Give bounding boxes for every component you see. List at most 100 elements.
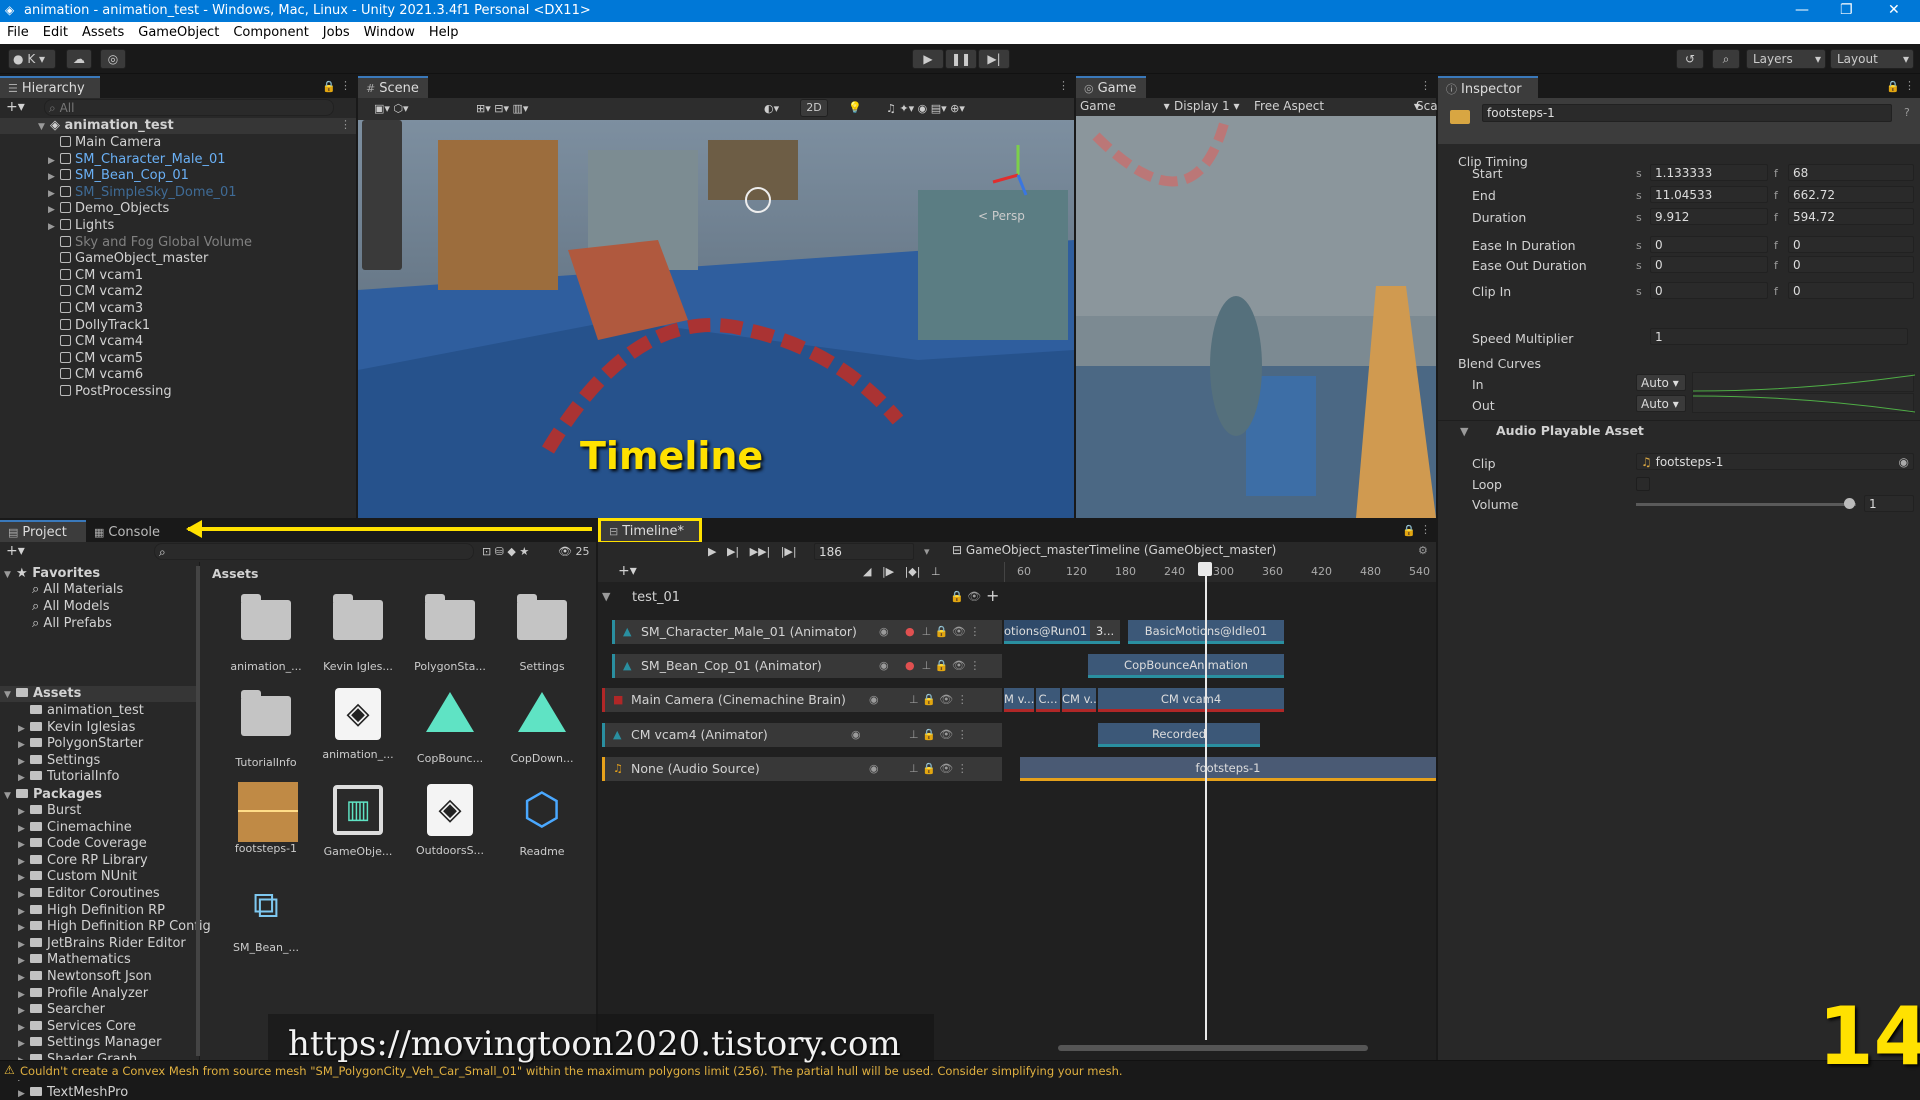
package-item[interactable]: ▶ Cinemachine <box>18 820 132 835</box>
hierarchy-item[interactable]: DollyTrack1 <box>48 318 150 333</box>
package-item[interactable]: ▶ Custom NUnit <box>18 869 137 884</box>
layout-dropdown[interactable]: Layout ▾ <box>1830 49 1914 69</box>
audio-icon[interactable]: ♫ ✦▾ ◉ ▤▾ ⊕▾ <box>886 102 965 115</box>
asset-item[interactable]: TutorialInfo <box>226 686 306 769</box>
seconds-field[interactable]: 11.04533 <box>1650 186 1768 203</box>
blend-in-curve[interactable] <box>1692 372 1916 392</box>
frames-field[interactable]: 68 <box>1788 164 1914 181</box>
blend-in-dropdown[interactable]: Auto ▾ <box>1636 374 1686 391</box>
timeline-clip[interactable]: CM vcam4 <box>1098 688 1284 712</box>
hierarchy-item[interactable]: ▶ Lights <box>48 218 114 233</box>
add-icon[interactable]: +▾ <box>6 543 25 559</box>
asset-folder-item[interactable]: ▶ Settings <box>18 753 100 768</box>
asset-folder-item[interactable]: ▶ PolygonStarter <box>18 736 143 751</box>
package-item[interactable]: ▶ Editor Coroutines <box>18 886 160 901</box>
hierarchy-item[interactable]: CM vcam6 <box>48 367 143 382</box>
timeline-track[interactable]: ♫ None (Audio Source) ◉ ⊥ 🔒 👁 ⋮ <box>602 757 1002 781</box>
asset-folder-item[interactable]: ▶ TutorialInfo <box>18 769 119 784</box>
frames-field[interactable]: 0 <box>1788 256 1914 273</box>
scene-root-row[interactable]: ▼ ◈ animation_test ⋮ <box>0 118 356 134</box>
step-button[interactable]: ▶| <box>978 49 1010 69</box>
asset-item[interactable]: PolygonSta... <box>410 590 490 673</box>
playhead-handle[interactable] <box>1198 562 1212 576</box>
hidden-count-badge[interactable]: 👁 25 <box>558 545 589 558</box>
lock-icon[interactable]: 🔒 <box>1402 524 1416 537</box>
seconds-field[interactable]: 1.133333 <box>1650 164 1768 181</box>
hierarchy-item[interactable]: ▶ SM_SimpleSky_Dome_01 <box>48 185 237 200</box>
blend-out-dropdown[interactable]: Auto ▾ <box>1636 395 1686 412</box>
kebab-menu-icon[interactable]: ⋮ <box>1420 79 1431 92</box>
tab-timeline[interactable]: ⊟ Timeline* <box>598 518 702 544</box>
timeline-clip[interactable]: otions@Run01 -... <box>1004 620 1090 644</box>
gizmo-tools-icon[interactable]: ⊞▾ ⊟▾ ▥▾ <box>476 102 528 115</box>
track-controls[interactable]: ● ⊥ 🔒 👁 ⋮ <box>905 659 980 672</box>
kebab-menu-icon[interactable]: ⋮ <box>340 118 351 131</box>
lighting-icon[interactable]: 💡 <box>848 101 862 114</box>
menu-file[interactable]: File <box>0 22 36 40</box>
timeline-clip[interactable]: CopBounceAnimation <box>1088 654 1284 678</box>
timeline-scrollbar[interactable] <box>1012 1044 1432 1052</box>
hierarchy-item[interactable]: CM vcam4 <box>48 334 143 349</box>
frames-field[interactable]: 0 <box>1788 236 1914 253</box>
assets-root-row[interactable]: ▼ Assets <box>0 686 196 702</box>
asset-item[interactable]: animation_... <box>226 590 306 673</box>
play-button[interactable]: ▶ <box>912 49 944 69</box>
package-item[interactable]: ▶ High Definition RP Config <box>18 919 211 934</box>
lock-icon[interactable]: 🔒 👁 <box>950 590 981 603</box>
cloud-icon[interactable]: ☁ <box>66 49 92 69</box>
package-item[interactable]: ▶ Burst <box>18 803 81 818</box>
search-icon[interactable]: ⌕ <box>1712 49 1740 69</box>
expand-arrow-icon[interactable]: ▶ <box>48 205 60 215</box>
favorite-item[interactable]: ⌕ All Prefabs <box>32 616 112 631</box>
layers-dropdown[interactable]: Layers ▾ <box>1746 49 1826 69</box>
package-item[interactable]: ▶ Newtonsoft Json <box>18 969 152 984</box>
settings-gear-icon[interactable]: ⚙ <box>1418 544 1428 557</box>
add-icon[interactable]: +▾ <box>6 99 25 115</box>
target-icon[interactable]: ◉ <box>869 762 879 775</box>
minimize-button[interactable]: — <box>1795 2 1809 18</box>
package-item[interactable]: ▶ TextMeshPro <box>18 1085 128 1100</box>
timeline-clip[interactable]: M v... <box>1004 688 1034 712</box>
track-controls[interactable]: ⊥ 🔒 👁 ⋮ <box>895 693 968 706</box>
hierarchy-item[interactable]: ▶ SM_Bean_Cop_01 <box>48 168 189 183</box>
tree-scrollbar[interactable] <box>196 566 200 1056</box>
lock-icon[interactable]: 🔒 <box>322 80 336 93</box>
target-icon[interactable]: ◉ <box>879 625 889 638</box>
filter-icons[interactable]: ⊡ ⛁ ◆ ★ <box>482 545 529 558</box>
hierarchy-item[interactable]: CM vcam5 <box>48 351 143 366</box>
hierarchy-item[interactable]: CM vcam1 <box>48 268 143 283</box>
package-item[interactable]: ▶ Settings Manager <box>18 1035 161 1050</box>
add-track-icon[interactable]: +▾ <box>618 563 637 579</box>
menu-edit[interactable]: Edit <box>36 22 75 40</box>
timeline-track[interactable]: ▲ SM_Bean_Cop_01 (Animator) ◉ ● ⊥ 🔒 👁 ⋮ <box>612 654 1002 678</box>
clip-area[interactable]: otions@Run01 -...3...BasicMotions@Idle01… <box>1004 582 1436 1052</box>
scale-slider-label[interactable]: Sca <box>1416 99 1438 113</box>
asset-item[interactable]: ▥ GameObje... <box>318 782 398 858</box>
asset-name-field[interactable]: footsteps-1 <box>1482 104 1892 122</box>
target-icon[interactable]: ◉ <box>1899 455 1909 469</box>
kebab-menu-icon[interactable]: ⋮ <box>340 79 351 92</box>
expand-arrow-icon[interactable]: ▶ <box>48 156 60 166</box>
asset-item[interactable]: Kevin Igles... <box>318 590 398 673</box>
2d-toggle[interactable]: 2D <box>800 99 828 117</box>
seconds-field[interactable]: 0 <box>1650 236 1768 253</box>
volume-slider[interactable] <box>1636 498 1856 509</box>
track-controls[interactable]: ⊥ 🔒 👁 ⋮ <box>895 762 968 775</box>
menu-assets[interactable]: Assets <box>75 22 131 40</box>
hierarchy-item[interactable]: Sky and Fog Global Volume <box>48 235 252 250</box>
tab-console[interactable]: ▦ Console <box>86 520 172 542</box>
collab-icon[interactable]: ◎ <box>100 49 126 69</box>
seconds-field[interactable]: 0 <box>1650 282 1768 299</box>
maximize-button[interactable]: ❐ <box>1840 2 1853 18</box>
frames-field[interactable]: 0 <box>1788 282 1914 299</box>
frames-field[interactable]: 594.72 <box>1788 208 1914 225</box>
project-search-input[interactable]: ⌕ <box>154 543 474 560</box>
dropdown-arrow-icon[interactable]: ▾ <box>924 545 930 558</box>
hierarchy-item[interactable]: GameObject_master <box>48 251 208 266</box>
kebab-menu-icon[interactable]: ⋮ <box>1058 79 1069 92</box>
track-controls[interactable]: ● ⊥ 🔒 👁 ⋮ <box>905 625 980 638</box>
favorites-header[interactable]: Favorites <box>32 566 100 581</box>
menu-gameobject[interactable]: GameObject <box>131 22 226 40</box>
asset-item[interactable]: ⧉ SM_Bean_... <box>226 878 306 954</box>
package-item[interactable]: ▶ Profile Analyzer <box>18 986 148 1001</box>
